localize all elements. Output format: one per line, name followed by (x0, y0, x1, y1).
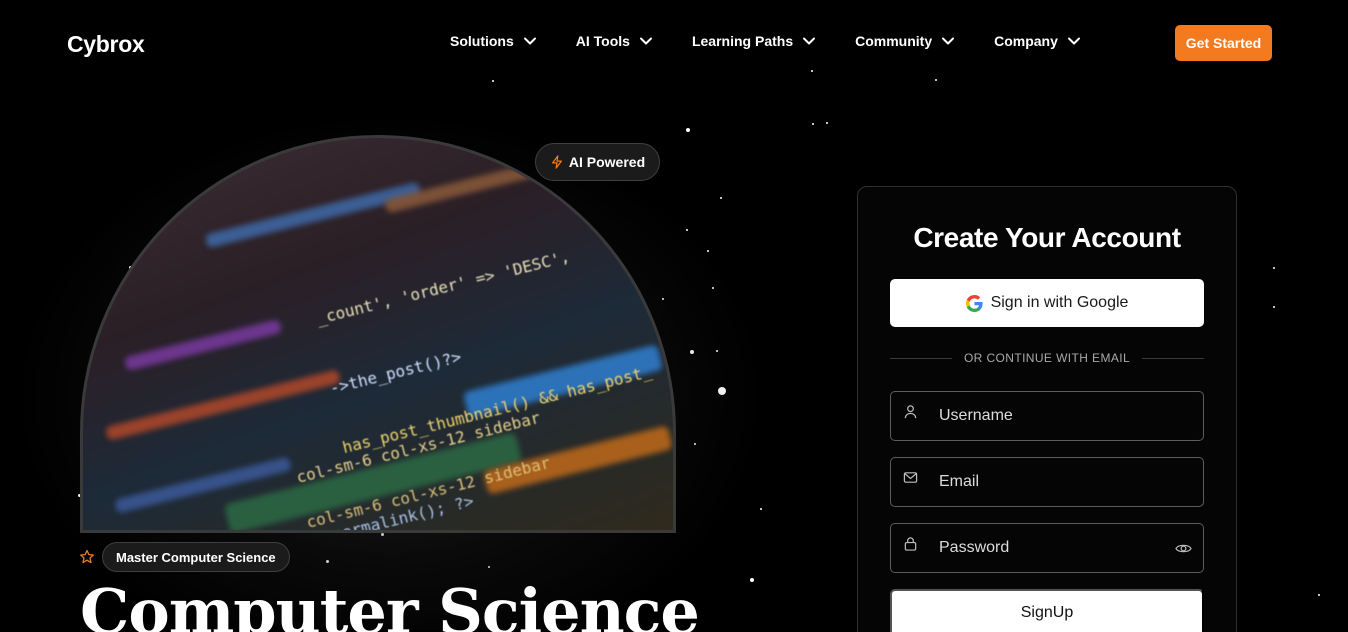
nav-item-label: Solutions (450, 33, 514, 49)
password-field (890, 523, 1204, 573)
user-icon (904, 405, 917, 419)
hero-tag-row: Master Computer Science (79, 542, 290, 572)
chevron-down-icon (803, 37, 816, 45)
star (1318, 594, 1320, 596)
lightning-icon (551, 155, 562, 169)
signup-title: Create Your Account (913, 222, 1181, 253)
nav-item-label: Community (855, 33, 933, 49)
show-password-eye-icon[interactable] (1175, 540, 1192, 557)
chevron-down-icon (523, 37, 536, 45)
star (1273, 267, 1275, 269)
nav-item-label: Learning Paths (691, 33, 794, 49)
email-field (890, 457, 1204, 507)
code-blur (204, 181, 422, 249)
ai-powered-badge: AI Powered (535, 143, 660, 181)
chevron-down-icon (639, 37, 652, 45)
signup-button[interactable]: SignUp (890, 589, 1204, 632)
star (826, 122, 828, 124)
badge-label: AI Powered (568, 154, 646, 170)
main-menu: Solutions AI Tools Learning Paths Commun… (450, 33, 1120, 49)
star (812, 123, 814, 125)
get-started-button[interactable]: Get Started (1175, 25, 1272, 61)
chevron-down-icon (1067, 37, 1080, 45)
lock-icon (904, 537, 917, 551)
username-input[interactable] (939, 392, 1169, 440)
star-outline-icon (80, 549, 94, 564)
google-button-label: Sign in with Google (990, 294, 1129, 311)
nav-item-solutions[interactable]: Solutions (450, 33, 538, 49)
code-text: _count', 'order' => 'DESC', (314, 246, 572, 329)
nav-item-label: AI Tools (575, 33, 630, 49)
nav-item-ai-tools[interactable]: AI Tools (576, 33, 654, 49)
email-divider: OR CONTINUE WITH EMAIL (890, 351, 1205, 365)
divider-line (1142, 357, 1205, 359)
code-text: ->the_post()?> (327, 346, 464, 399)
username-field (890, 391, 1204, 441)
divider-text: OR CONTINUE WITH EMAIL (963, 351, 1131, 365)
chevron-down-icon (942, 37, 955, 45)
nav-item-company[interactable]: Company (994, 33, 1082, 49)
email-input[interactable] (939, 458, 1169, 506)
google-signin-button[interactable]: Sign in with Google (890, 279, 1204, 327)
top-navigation: Cybrox Solutions AI Tools Learning Paths… (0, 0, 1348, 86)
nav-item-learning-paths[interactable]: Learning Paths (692, 33, 817, 49)
code-blur (123, 318, 283, 372)
password-input[interactable] (939, 524, 1169, 572)
google-icon (965, 294, 983, 312)
mail-icon (903, 472, 918, 483)
master-cs-tag: Master Computer Science (102, 542, 290, 572)
star (1273, 306, 1275, 308)
code-blur (104, 369, 342, 441)
brand-logo[interactable]: Cybrox (67, 31, 145, 58)
nav-item-community[interactable]: Community (855, 33, 956, 49)
hero-title: Computer Science (80, 575, 700, 632)
nav-item-label: Company (994, 33, 1058, 49)
divider-line (890, 357, 952, 359)
